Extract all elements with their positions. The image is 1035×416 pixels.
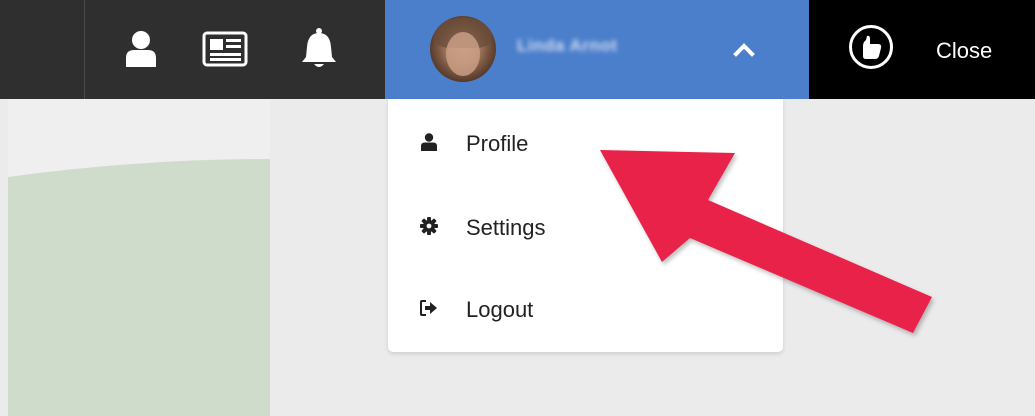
menu-item-logout[interactable]: Logout bbox=[388, 265, 783, 339]
thumbs-up-icon bbox=[849, 25, 893, 69]
menu-item-label: Profile bbox=[466, 131, 529, 156]
user-name: Linda Arnot bbox=[517, 36, 618, 55]
avatar bbox=[430, 16, 496, 82]
close-button[interactable]: Close bbox=[809, 0, 1035, 99]
menu-item-settings[interactable]: Settings bbox=[388, 183, 783, 257]
green-background-shape bbox=[8, 99, 270, 416]
close-label: Close bbox=[936, 38, 993, 63]
user-dropdown-menu: Profile Settings Logout bbox=[388, 99, 783, 352]
bell-icon[interactable] bbox=[294, 22, 344, 76]
gear-icon bbox=[420, 217, 438, 235]
menu-item-label: Settings bbox=[466, 215, 546, 240]
menu-item-profile[interactable]: Profile bbox=[388, 99, 783, 173]
newspaper-icon[interactable] bbox=[200, 22, 250, 76]
topbar-divider bbox=[84, 0, 85, 99]
user-icon[interactable] bbox=[116, 22, 166, 76]
menu-item-label: Logout bbox=[466, 297, 534, 322]
user-menu-toggle[interactable]: Linda Arnot bbox=[385, 0, 809, 99]
sign-out-icon bbox=[420, 299, 438, 317]
chevron-up-icon[interactable] bbox=[732, 37, 756, 61]
top-navigation-bar: Linda Arnot Close bbox=[0, 0, 1035, 99]
user-icon bbox=[420, 133, 438, 151]
